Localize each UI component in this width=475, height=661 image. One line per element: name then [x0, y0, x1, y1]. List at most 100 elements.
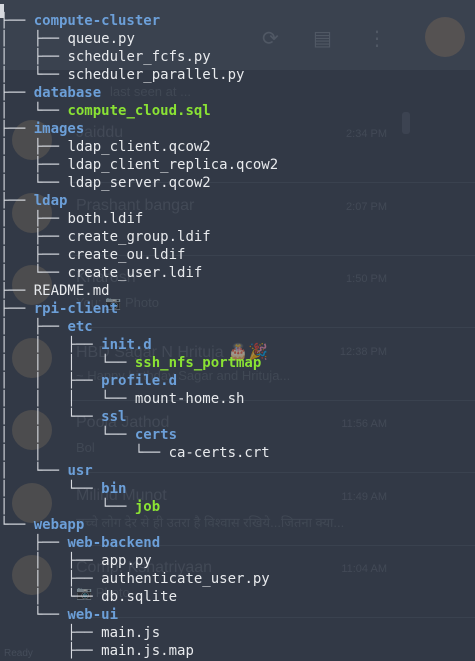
tree-file-row: │ │ │ └── ssh_nfs_portmap: [0, 354, 261, 372]
tree-branch: └──: [0, 607, 68, 623]
tree-dir-row: ├── web-backend: [0, 534, 160, 552]
tree-branch: ├──: [0, 193, 34, 209]
terminal-window[interactable]: ├── compute-cluster │ ├── queue.py │ ├── s…: [0, 0, 475, 661]
tree-file-row: │ ├── create_ou.ldif: [0, 246, 185, 264]
tree-file-row: │ ├── both.ldif: [0, 210, 143, 228]
tree-file-row: │ └── compute_cloud.sql: [0, 102, 211, 120]
tree-dir-row: └── web-ui: [0, 606, 118, 624]
file-name: README.md: [33, 283, 110, 299]
file-name: app.py: [101, 553, 152, 569]
tree-branch: │ ├──: [0, 319, 68, 335]
file-name: ldap_client_replica.qcow2: [67, 157, 279, 173]
tree-file-row: │ ├── app.py: [0, 552, 152, 570]
tree-branch: │ ├──: [0, 31, 68, 47]
tree-branch: │ └──: [0, 463, 68, 479]
directory-name: web-ui: [67, 607, 119, 623]
file-name: mount-home.sh: [134, 391, 245, 407]
directory-name: ssl: [101, 409, 127, 425]
directory-name: certs: [134, 427, 178, 443]
tree-branch: ├──: [0, 535, 68, 551]
tree-dir-row: ├── ldap: [0, 192, 67, 210]
tree-dir-row: │ └── bin: [0, 480, 126, 498]
file-name: db.sqlite: [101, 589, 178, 605]
tree-file-row: │ │ │ └── mount-home.sh: [0, 390, 244, 408]
tree-file-row: │ └── db.sqlite: [0, 588, 177, 606]
tree-branch: │ │ └──: [0, 427, 135, 443]
tree-branch: ├──: [0, 13, 34, 29]
tree-file-row: │ ├── create_group.ldif: [0, 228, 211, 246]
tree-branch: │ │ ├──: [0, 373, 102, 389]
executable-name: job: [134, 499, 161, 515]
tree-file-row: │ ├── ldap_client_replica.qcow2: [0, 156, 278, 174]
tree-branch: │ └──: [0, 499, 135, 515]
tree-branch: │ └──: [0, 265, 68, 281]
tree-branch: ├──: [0, 301, 34, 317]
tree-branch: ├──: [0, 121, 34, 137]
tree-file-row: │ └── ldap_server.qcow2: [0, 174, 211, 192]
tree-branch: │ └──: [0, 175, 68, 191]
tree-branch: │ │ ├──: [0, 337, 102, 353]
directory-name: database: [33, 85, 102, 101]
file-name: ca-certs.crt: [168, 445, 270, 461]
tree-dir-row: │ │ ├── init.d: [0, 336, 152, 354]
tree-branch: ├──: [0, 625, 102, 641]
tree-branch: ├──: [0, 283, 34, 299]
tree-branch: │ └──: [0, 481, 102, 497]
file-name: ldap_client.qcow2: [67, 139, 211, 155]
tree-branch: ├──: [0, 643, 102, 659]
tree-file-row: │ └── job: [0, 498, 160, 516]
tree-dir-row: └── webapp: [0, 516, 84, 534]
tree-dir-row: │ │ └── ssl: [0, 408, 126, 426]
file-name: scheduler_parallel.py: [67, 67, 245, 83]
tree-branch: │ └──: [0, 589, 102, 605]
tree-branch: │ ├──: [0, 157, 68, 173]
tree-dir-row: │ │ └── certs: [0, 426, 177, 444]
tree-branch: ├──: [0, 85, 34, 101]
tree-file-row: │ ├── authenticate_user.py: [0, 570, 270, 588]
tree-file-row: │ └── scheduler_parallel.py: [0, 66, 244, 84]
file-name: scheduler_fcfs.py: [67, 49, 211, 65]
tree-dir-row: ├── compute-cluster: [0, 12, 160, 30]
tree-branch: │ │ │ └──: [0, 391, 135, 407]
tree-file-row: │ ├── queue.py: [0, 30, 135, 48]
tree-branch: │ ├──: [0, 571, 102, 587]
tree-branch: │ ├──: [0, 49, 68, 65]
directory-name: etc: [67, 319, 93, 335]
tree-dir-row: │ ├── etc: [0, 318, 93, 336]
tree-branch: └──: [0, 517, 34, 533]
tree-file-row: ├── main.js.map: [0, 642, 194, 660]
tree-dir-row: ├── rpi-client: [0, 300, 118, 318]
file-name: queue.py: [67, 31, 135, 47]
directory-name: compute-cluster: [33, 13, 161, 29]
tree-branch: │ ├──: [0, 139, 68, 155]
tree-branch: │ │ └──: [0, 445, 169, 461]
directory-name: profile.d: [101, 373, 178, 389]
tree-dir-row: │ └── usr: [0, 462, 93, 480]
tree-branch: │ ├──: [0, 247, 68, 263]
tree-branch: │ └──: [0, 103, 68, 119]
tree-dir-row: ├── database: [0, 84, 101, 102]
directory-name: images: [33, 121, 85, 137]
directory-name: bin: [101, 481, 127, 497]
directory-name: ldap: [33, 193, 68, 209]
tree-branch: │ ├──: [0, 229, 68, 245]
file-name: create_ou.ldif: [67, 247, 186, 263]
tree-dir-row: │ │ ├── profile.d: [0, 372, 177, 390]
tree-file-row: ├── main.js: [0, 624, 160, 642]
file-name: main.js.map: [101, 643, 194, 659]
directory-name: web-backend: [67, 535, 161, 551]
tree-branch: │ ├──: [0, 553, 102, 569]
tree-dir-row: ├── images: [0, 120, 84, 138]
tree-branch: │ └──: [0, 67, 68, 83]
tree-file-row: │ │ └── ca-certs.crt: [0, 444, 270, 462]
file-name: authenticate_user.py: [101, 571, 270, 587]
file-name: create_user.ldif: [67, 265, 203, 281]
file-name: both.ldif: [67, 211, 144, 227]
tree-branch: │ ├──: [0, 211, 68, 227]
tree-file-row: ├── README.md: [0, 282, 110, 300]
tree-branch: │ │ │ └──: [0, 355, 135, 371]
tree-branch: │ │ └──: [0, 409, 102, 425]
tree-file-row: │ ├── ldap_client.qcow2: [0, 138, 211, 156]
directory-name: init.d: [101, 337, 152, 353]
tree-file-row: │ └── create_user.ldif: [0, 264, 202, 282]
